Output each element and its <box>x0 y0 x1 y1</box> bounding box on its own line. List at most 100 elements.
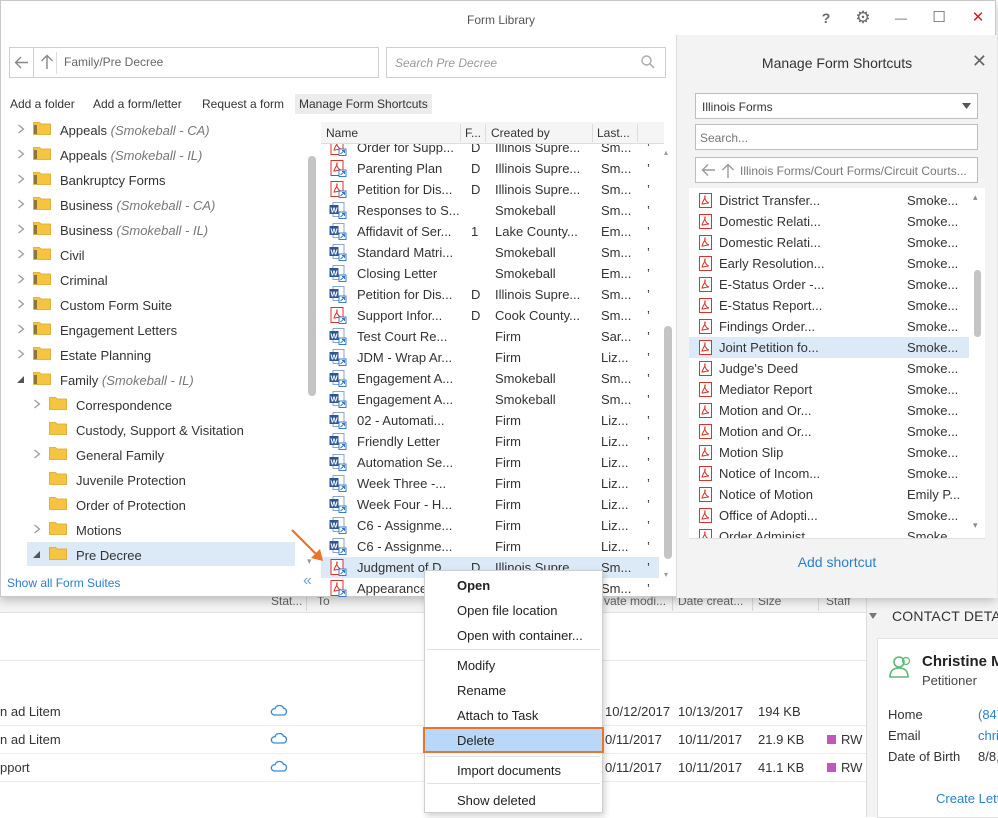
form-row[interactable]: W C6 - Assignme... Firm Liz... ’ <box>321 515 659 536</box>
manage-shortcuts-link[interactable]: Manage Form Shortcuts <box>295 94 432 114</box>
shortcut-row[interactable]: Office of Adopti... Smoke... <box>689 505 969 526</box>
home-phone-link[interactable]: (847 <box>978 707 998 722</box>
tree-item[interactable]: Engagement Letters <box>11 317 295 342</box>
shortcuts-search-input[interactable]: Search... <box>695 124 978 150</box>
request-form-link[interactable]: Request a form <box>202 97 284 111</box>
chevron-right-icon[interactable] <box>17 349 25 359</box>
chevron-right-icon[interactable] <box>17 174 25 184</box>
form-row[interactable]: W Week Three -... Firm Liz... ’ <box>321 473 659 494</box>
shortcut-row[interactable]: Judge's Deed Smoke... <box>689 358 969 379</box>
collapse-pane-icon[interactable]: « <box>303 572 312 590</box>
back-button[interactable] <box>9 47 33 78</box>
form-row[interactable]: W Affidavit of Ser... 1 Lake County... Em...… <box>321 221 659 242</box>
menu-item-modify[interactable]: Modify <box>425 653 602 677</box>
shortcut-row[interactable]: Notice of Motion Emily P... <box>689 484 969 505</box>
close-button[interactable]: ✕ <box>966 7 990 29</box>
chevron-right-icon[interactable] <box>33 524 41 534</box>
tree-item[interactable]: Appeals (Smokeball - IL) <box>11 142 295 167</box>
create-letter-link[interactable]: Create Lette <box>936 791 998 806</box>
chevron-right-icon[interactable] <box>17 199 25 209</box>
tree-item[interactable]: Appeals (Smokeball - CA) <box>11 122 295 142</box>
form-row[interactable]: Support Infor... D Cook County... Sm... ’ <box>321 305 659 326</box>
form-row[interactable]: W Engagement A... Smokeball Sm... ’ <box>321 389 659 410</box>
tree-item[interactable]: Pre Decree <box>27 542 295 566</box>
arrow-up-icon[interactable] <box>40 54 54 70</box>
tree-item[interactable]: Business (Smokeball - IL) <box>11 217 295 242</box>
chevron-right-icon[interactable] <box>17 274 25 284</box>
shortcut-row[interactable]: Order Administ... Smoke... <box>689 526 969 538</box>
form-row[interactable]: W Automation Se... Firm Liz... ’ <box>321 452 659 473</box>
shortcut-row[interactable]: E-Status Report... Smoke... <box>689 295 969 316</box>
scroll-down-icon[interactable]: ▾ <box>664 570 668 579</box>
chevron-right-icon[interactable] <box>17 299 25 309</box>
shortcut-row[interactable]: District Transfer... Smoke... <box>689 190 969 211</box>
add-form-link[interactable]: Add a form/letter <box>93 97 182 111</box>
show-all-form-suites-link[interactable]: Show all Form Suites <box>7 576 120 590</box>
menu-item-open[interactable]: Open <box>425 573 602 597</box>
form-row[interactable]: Order for Supp... D Illinois Supre... Sm...… <box>321 144 659 158</box>
menu-item-import-documents[interactable]: Import documents <box>425 758 602 782</box>
shortcut-row[interactable]: Motion Slip Smoke... <box>689 442 969 463</box>
menu-item-open-file-location[interactable]: Open file location <box>425 598 602 622</box>
col-created-by[interactable]: Created by <box>491 126 550 140</box>
tree-item[interactable]: Custody, Support & Visitation <box>27 417 295 442</box>
shortcut-row[interactable]: Findings Order... Smoke... <box>689 316 969 337</box>
minimize-button[interactable]: — <box>889 7 913 29</box>
expanded-triangle-icon[interactable] <box>17 374 25 384</box>
gear-icon[interactable]: ⚙ <box>851 7 875 29</box>
add-shortcut-button[interactable]: Add shortcut <box>677 554 997 570</box>
help-icon[interactable]: ? <box>814 7 838 29</box>
search-icon[interactable] <box>641 55 655 69</box>
tree-scrollbar[interactable] <box>308 156 316 396</box>
shortcuts-path[interactable]: Illinois Forms/Court Forms/Circuit Court… <box>695 157 978 183</box>
chevron-right-icon[interactable] <box>33 399 41 409</box>
arrow-left-icon[interactable] <box>701 163 716 177</box>
expanded-triangle-icon[interactable] <box>33 549 41 559</box>
path-breadcrumb[interactable]: Family/Pre Decree <box>33 47 379 78</box>
tree-item[interactable]: Bankruptcy Forms <box>11 167 295 192</box>
menu-item-open-with-container[interactable]: Open with container... <box>425 623 602 647</box>
tree-item[interactable]: Civil <box>11 242 295 267</box>
tree-item[interactable]: Custom Form Suite <box>11 292 295 317</box>
chevron-right-icon[interactable] <box>17 149 25 159</box>
tree-item[interactable]: Family (Smokeball - IL) <box>11 367 295 392</box>
chevron-right-icon[interactable] <box>33 449 41 459</box>
shortcut-row[interactable]: E-Status Order -... Smoke... <box>689 274 969 295</box>
shortcut-row[interactable]: Domestic Relati... Smoke... <box>689 232 969 253</box>
menu-item-rename[interactable]: Rename <box>425 678 602 702</box>
form-row[interactable]: W Standard Matri... Smokeball Sm... ’ <box>321 242 659 263</box>
shortcut-row[interactable]: Motion and Or... Smoke... <box>689 400 969 421</box>
email-link[interactable]: chri <box>978 728 998 743</box>
arrow-up-icon[interactable] <box>721 163 735 179</box>
menu-item-delete[interactable]: Delete <box>423 727 604 753</box>
tree-item[interactable]: Juvenile Protection <box>27 467 295 492</box>
col-f[interactable]: F... <box>465 126 481 140</box>
search-input[interactable]: Search Pre Decree <box>386 47 666 78</box>
shortcut-row[interactable]: Mediator Report Smoke... <box>689 379 969 400</box>
form-row[interactable]: W Responses to S... Smokeball Sm... ’ <box>321 200 659 221</box>
col-last[interactable]: Last... <box>597 126 630 140</box>
form-row[interactable]: W Engagement A... Smokeball Sm... ’ <box>321 368 659 389</box>
tree-item[interactable]: Criminal <box>11 267 295 292</box>
tree-item[interactable]: Correspondence <box>27 392 295 417</box>
menu-item-show-deleted[interactable]: Show deleted <box>425 788 602 812</box>
form-row[interactable]: W JDM - Wrap Ar... Firm Liz... ’ <box>321 347 659 368</box>
form-row[interactable]: W C6 - Assignme... Firm Liz... ’ <box>321 536 659 557</box>
shortcuts-scrollbar[interactable] <box>974 270 981 337</box>
chevron-right-icon[interactable] <box>17 124 25 134</box>
scroll-down-icon[interactable]: ▾ <box>973 520 978 531</box>
collapse-triangle-icon[interactable] <box>868 612 878 620</box>
maximize-button[interactable]: ☐ <box>927 7 951 29</box>
tree-item[interactable]: Business (Smokeball - CA) <box>11 192 295 217</box>
tree-item[interactable]: Motions <box>27 517 295 542</box>
form-row[interactable]: W Friendly Letter Firm Liz... ’ <box>321 431 659 452</box>
tree-item[interactable]: Order of Protection <box>27 492 295 517</box>
shortcut-row[interactable]: Domestic Relati... Smoke... <box>689 211 969 232</box>
tree-item[interactable]: General Family <box>27 442 295 467</box>
scroll-up-icon[interactable]: ▴ <box>664 148 668 157</box>
col-name[interactable]: Name <box>326 126 358 140</box>
menu-item-attach-to-task[interactable]: Attach to Task <box>425 703 602 727</box>
chevron-right-icon[interactable] <box>17 324 25 334</box>
form-row[interactable]: W 02 - Automati... Firm Liz... ’ <box>321 410 659 431</box>
chevron-right-icon[interactable] <box>17 224 25 234</box>
